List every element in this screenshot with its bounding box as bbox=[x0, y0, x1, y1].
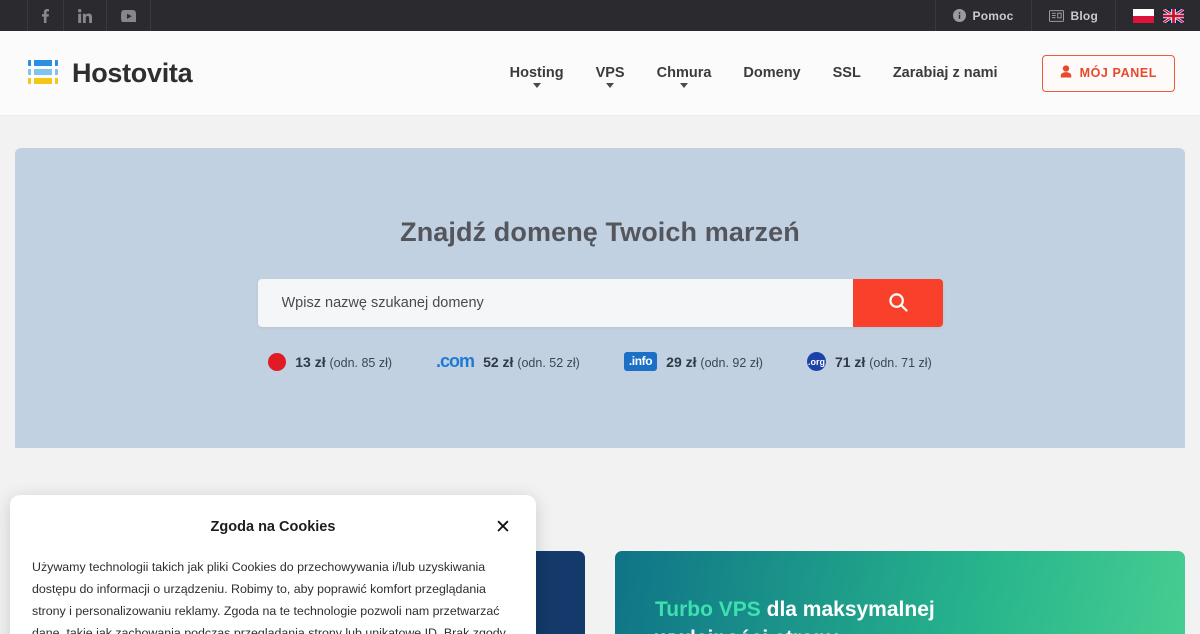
blog-label: Blog bbox=[1070, 8, 1098, 23]
cookie-dialog-header: Zgoda na Cookies ✕ bbox=[32, 513, 514, 541]
promo-accent-text: Turbo VPS bbox=[655, 598, 761, 621]
facebook-icon[interactable] bbox=[27, 0, 63, 31]
search-icon bbox=[887, 291, 909, 316]
tld-item-org[interactable]: .org 71 zł (odn. 71 zł) bbox=[806, 352, 932, 371]
tld-item-info[interactable]: .info 29 zł (odn. 92 zł) bbox=[623, 352, 763, 371]
hostovita-logo-icon bbox=[27, 58, 59, 88]
nav-item-zarabiaj[interactable]: Zarabiaj z nami bbox=[877, 66, 1014, 81]
user-icon bbox=[1060, 65, 1072, 81]
brand-name: Hostovita bbox=[72, 57, 193, 88]
tld-org-price: 71 zł (odn. 71 zł) bbox=[835, 354, 932, 370]
flag-pl[interactable] bbox=[1133, 8, 1154, 23]
info-icon bbox=[952, 9, 966, 22]
nav-item-chmura[interactable]: Chmura bbox=[641, 64, 728, 88]
tld-renew-price: (odn. 92 zł) bbox=[700, 355, 763, 370]
nav-label: VPS bbox=[595, 64, 625, 81]
domain-search-bar bbox=[257, 279, 943, 327]
tld-price-value: 52 zł bbox=[483, 353, 514, 370]
nav-label: Chmura bbox=[656, 64, 712, 81]
nav-item-vps[interactable]: VPS bbox=[580, 64, 641, 88]
tld-com-icon: .com bbox=[436, 351, 475, 371]
nav-label: Zarabiaj z nami bbox=[892, 64, 998, 81]
nav-label: SSL bbox=[832, 64, 861, 81]
tld-price-list: 13 zł (odn. 85 zł) .com 52 zł (odn. 52 z… bbox=[15, 351, 1185, 372]
utility-links: Pomoc Blog bbox=[934, 0, 1200, 31]
domain-search-hero: Znajdź domenę Twoich marzeń 13 zł (odn. … bbox=[15, 148, 1185, 448]
nav-label: Domeny bbox=[743, 64, 801, 81]
close-icon[interactable]: ✕ bbox=[492, 516, 514, 538]
tld-price-value: 71 zł bbox=[834, 353, 866, 370]
blog-link[interactable]: Blog bbox=[1030, 0, 1115, 31]
chevron-down-icon bbox=[680, 82, 688, 88]
help-label: Pomoc bbox=[972, 8, 1014, 23]
top-utility-bar: Pomoc Blog bbox=[0, 0, 1200, 31]
brand-logo[interactable]: Hostovita bbox=[27, 57, 193, 89]
social-links bbox=[27, 0, 151, 31]
domain-search-button[interactable] bbox=[852, 279, 943, 327]
cookie-dialog-body: Używamy technologii takich jak pliki Coo… bbox=[32, 560, 506, 634]
tld-info-icon: .info bbox=[623, 352, 658, 371]
tld-renew-price: (odn. 52 zł) bbox=[517, 355, 580, 370]
nav-item-ssl[interactable]: SSL bbox=[817, 66, 877, 81]
promo-card-vps[interactable]: Turbo VPS dla maksymalnej wydajności str… bbox=[615, 551, 1185, 634]
my-panel-button[interactable]: MÓJ PANEL bbox=[1041, 54, 1175, 92]
chevron-down-icon bbox=[532, 82, 541, 88]
tld-renew-price: (odn. 71 zł) bbox=[869, 355, 932, 370]
tld-com-price: 52 zł (odn. 52 zł) bbox=[483, 354, 580, 370]
tld-price-value: 29 zł bbox=[666, 353, 697, 370]
nav-item-hosting[interactable]: Hosting bbox=[494, 64, 580, 88]
linkedin-icon[interactable] bbox=[63, 0, 106, 31]
chevron-down-icon bbox=[606, 82, 615, 88]
tld-org-icon: .org bbox=[806, 352, 826, 371]
youtube-icon[interactable] bbox=[106, 0, 151, 31]
promo-card-vps-title: Turbo VPS dla maksymalnej wydajności str… bbox=[655, 595, 985, 634]
primary-nav: Hosting VPS Chmura Domeny SSL Zarabiaj z… bbox=[494, 54, 1175, 92]
cookie-consent-dialog: Zgoda na Cookies ✕ Używamy technologii t… bbox=[10, 495, 536, 634]
tld-price-value: 13 zł bbox=[295, 353, 326, 370]
language-switcher bbox=[1115, 0, 1200, 31]
page-title: Znajdź domenę Twoich marzeń bbox=[400, 217, 800, 247]
help-link[interactable]: Pomoc bbox=[934, 0, 1031, 31]
my-panel-label: MÓJ PANEL bbox=[1079, 66, 1157, 80]
newspaper-icon bbox=[1048, 9, 1064, 22]
cookie-dialog-title: Zgoda na Cookies bbox=[210, 519, 336, 535]
tld-renew-price: (odn. 85 zł) bbox=[329, 355, 393, 370]
flag-en[interactable] bbox=[1162, 7, 1185, 24]
domain-search-input[interactable] bbox=[257, 279, 853, 327]
nav-label: Hosting bbox=[509, 64, 564, 81]
tld-pl-icon bbox=[268, 352, 287, 371]
main-header: Hostovita Hosting VPS Chmura Domeny SSL … bbox=[0, 31, 1200, 116]
tld-item-com[interactable]: .com 52 zł (odn. 52 zł) bbox=[436, 351, 580, 372]
tld-info-price: 29 zł (odn. 92 zł) bbox=[666, 354, 763, 370]
tld-pl-price: 13 zł (odn. 85 zł) bbox=[295, 354, 392, 370]
nav-item-domeny[interactable]: Domeny bbox=[727, 66, 816, 81]
tld-item-pl[interactable]: 13 zł (odn. 85 zł) bbox=[268, 352, 392, 371]
